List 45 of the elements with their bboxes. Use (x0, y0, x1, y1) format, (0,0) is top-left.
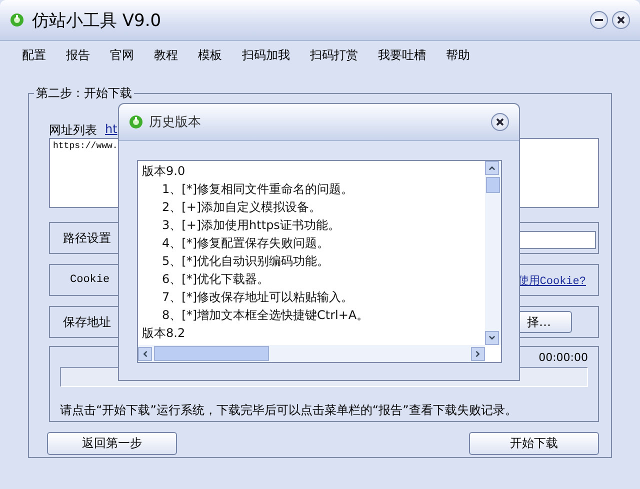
window-title: 仿站小工具 V9.0 (32, 10, 162, 32)
vertical-scrollbar[interactable] (485, 161, 501, 345)
menu-item[interactable]: 教程 (144, 47, 188, 67)
minimize-icon (595, 16, 603, 24)
close-button[interactable] (612, 11, 630, 29)
version-heading: 版本8.2 (142, 325, 186, 342)
app-icon (10, 13, 24, 27)
group-title: 第二步：开始下载 (34, 85, 134, 102)
scroll-left-icon[interactable] (138, 346, 152, 360)
menu-item[interactable]: 扫码打赏 (300, 47, 368, 67)
scroll-up-icon[interactable] (485, 161, 499, 175)
close-button[interactable] (491, 113, 509, 131)
scroll-down-icon[interactable] (485, 331, 499, 345)
menu-item[interactable]: 配置 (12, 47, 56, 67)
cookie-label: Cookie (69, 274, 110, 286)
changelog-item: 1、[*]修复相同文件重命名的问题。 (162, 181, 353, 198)
changelog-item: 5、[*]优化自动识别编码功能。 (162, 253, 329, 270)
menu-item[interactable]: 扫码加我 (232, 47, 300, 67)
changelog-item: 6、[*]优化下载器。 (162, 271, 269, 288)
scroll-right-icon[interactable] (471, 346, 485, 360)
action-button[interactable]: 返回第一步 (47, 432, 177, 455)
app-icon (129, 115, 143, 129)
version-heading: 版本9.0 (142, 163, 186, 180)
menu-item[interactable]: 官网 (100, 47, 144, 67)
changelog-item: 2、[+]添加自定义模拟设备。 (162, 199, 322, 216)
menu-item[interactable]: 帮助 (436, 47, 480, 67)
link[interactable]: ht (105, 122, 118, 137)
dialog-title: 历史版本 (149, 114, 201, 131)
elapsed-time: 00:00:00 (538, 351, 588, 364)
minimize-button[interactable] (590, 11, 608, 29)
menu-item[interactable]: 报告 (56, 47, 100, 67)
changelog-item: 3、[+]添加使用https证书功能。 (162, 217, 340, 234)
scroll-thumb[interactable] (154, 346, 269, 361)
instruction-text: 请点击“开始下载”运行系统，下载完毕后可以点击菜单栏的“报告”查看下载失败记录。 (60, 402, 518, 419)
changelog-item: 8、[*]增加文本框全选快捷键Ctrl+A。 (162, 307, 369, 324)
close-icon (496, 118, 504, 126)
horizontal-scrollbar[interactable] (138, 345, 485, 362)
close-icon (617, 16, 625, 24)
scroll-thumb[interactable] (486, 177, 500, 193)
changelog-item: 4、[*]修复配置保存失败问题。 (162, 235, 329, 252)
action-button[interactable]: 开始下载 (469, 432, 599, 455)
url-list-label: 网址列表 (49, 122, 97, 137)
changelog-item: 7、[*]修改保存地址可以粘贴输入。 (162, 289, 353, 306)
menu-item[interactable]: 我要吐槽 (368, 47, 436, 67)
menu-item[interactable]: 模板 (188, 47, 232, 67)
